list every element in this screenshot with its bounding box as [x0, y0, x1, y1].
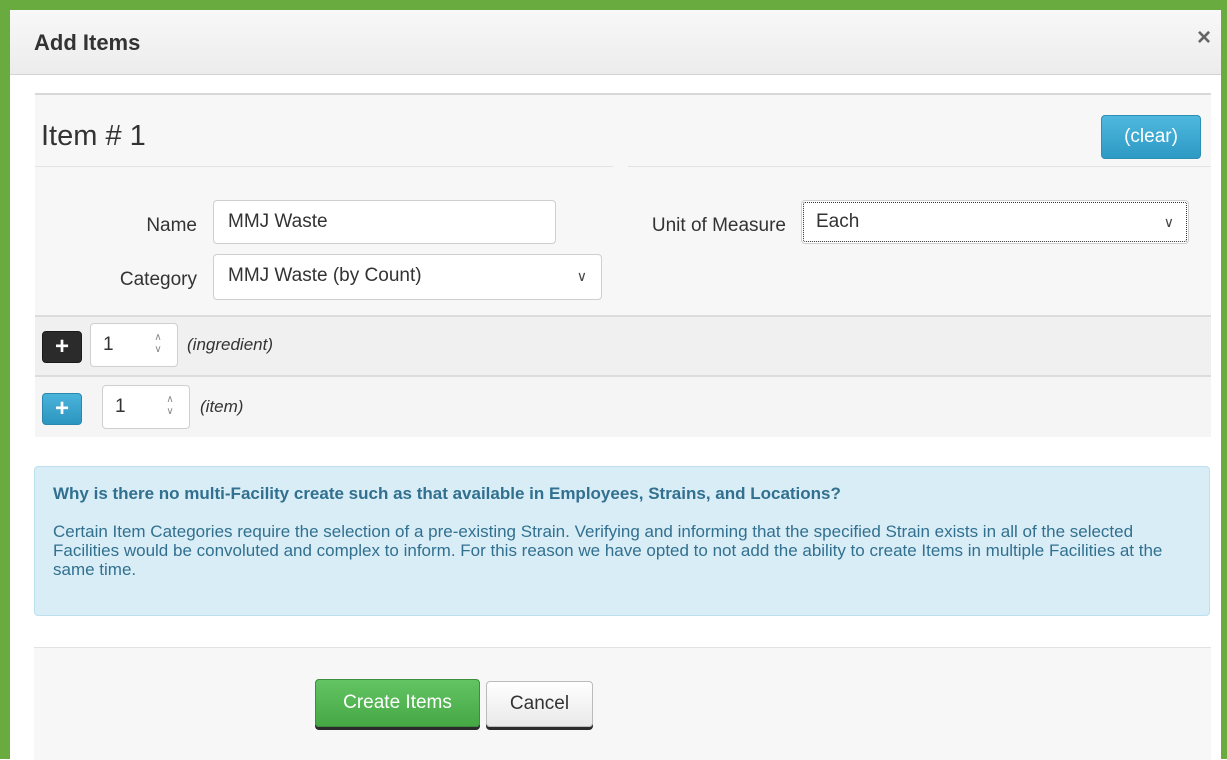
item-heading: Item # 1 [41, 120, 146, 152]
chevron-down-icon: ∨ [1163, 214, 1174, 230]
divider [35, 166, 613, 167]
close-icon[interactable]: × [1197, 26, 1211, 50]
category-label: Category [119, 269, 197, 290]
uom-label: Unit of Measure [651, 215, 786, 236]
ingredient-hint: (ingredient) [187, 335, 273, 354]
ingredient-count-value: 1 [103, 334, 114, 355]
ingredient-count-input[interactable]: 1 ∧ ∨ [90, 323, 178, 367]
add-ingredient-button[interactable]: + [42, 331, 82, 363]
item-row: + 1 ∧ ∨ (item) [35, 375, 1211, 437]
divider [628, 166, 1211, 167]
clear-button[interactable]: (clear) [1101, 115, 1201, 159]
dialog-title: Add Items [34, 30, 141, 55]
info-body: Certain Item Categories require the sele… [53, 522, 1163, 579]
info-title: Why is there no multi-Facility create su… [53, 484, 841, 503]
add-item-button[interactable]: + [42, 393, 82, 425]
name-input[interactable]: MMJ Waste [213, 200, 556, 244]
category-select[interactable]: MMJ Waste (by Count) ∨ [213, 254, 602, 300]
item-panel: Item # 1 (clear) Name MMJ Waste Category… [35, 93, 1211, 437]
item-hint: (item) [200, 397, 244, 416]
name-label: Name [146, 215, 197, 236]
item-count-value: 1 [115, 396, 126, 417]
cancel-button[interactable]: Cancel [486, 681, 593, 727]
plus-icon: + [54, 395, 69, 422]
uom-value: Each [816, 211, 860, 232]
ingredient-row: + 1 ∧ ∨ (ingredient) [35, 315, 1211, 377]
create-items-button[interactable]: Create Items [315, 679, 480, 727]
dialog-header: Add Items × [10, 10, 1221, 75]
plus-icon: + [54, 333, 69, 360]
uom-select[interactable]: Each ∨ [801, 200, 1189, 244]
dialog-footer: Create Items Cancel [34, 647, 1211, 760]
item-count-input[interactable]: 1 ∧ ∨ [102, 385, 190, 429]
info-alert: Why is there no multi-Facility create su… [34, 466, 1210, 616]
chevron-down-icon: ∨ [576, 268, 587, 284]
spinner-icon[interactable]: ∧ ∨ [163, 394, 177, 420]
category-value: MMJ Waste (by Count) [228, 265, 422, 286]
spinner-icon[interactable]: ∧ ∨ [151, 332, 165, 358]
